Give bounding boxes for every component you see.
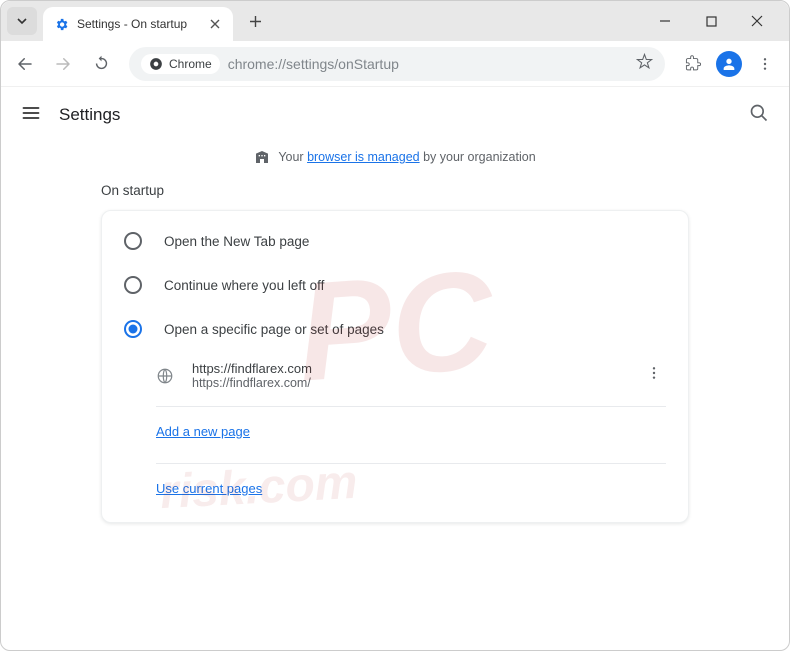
globe-icon [156, 367, 174, 385]
arrow-right-icon [54, 55, 72, 73]
window-controls [651, 7, 789, 35]
browser-window: Settings - On startup Chrome chrome://se… [0, 0, 790, 651]
managed-text: Your browser is managed by your organiza… [278, 150, 535, 164]
chip-label: Chrome [169, 57, 212, 71]
maximize-icon [706, 16, 717, 27]
minimize-icon [659, 15, 671, 27]
toolbar-right [677, 48, 781, 80]
reload-icon [93, 55, 110, 72]
managed-link[interactable]: browser is managed [307, 150, 420, 164]
browser-toolbar: Chrome chrome://settings/onStartup [1, 41, 789, 87]
radio-icon [124, 232, 142, 250]
tab-title: Settings - On startup [77, 17, 199, 31]
tab-search-button[interactable] [7, 7, 37, 35]
menu-button[interactable] [749, 48, 781, 80]
page-more-button[interactable] [642, 361, 666, 390]
page-info: https://findflarex.com https://findflare… [192, 361, 624, 390]
browser-tab[interactable]: Settings - On startup [43, 7, 233, 41]
site-chip[interactable]: Chrome [141, 54, 220, 74]
close-window-button[interactable] [743, 7, 771, 35]
new-tab-button[interactable] [241, 7, 269, 35]
settings-content: On startup Open the New Tab page Continu… [1, 171, 789, 523]
close-icon [210, 19, 220, 29]
star-icon [636, 53, 653, 70]
startup-option-specific[interactable]: Open a specific page or set of pages [102, 307, 688, 351]
avatar-icon [716, 51, 742, 77]
radio-label: Open a specific page or set of pages [164, 322, 384, 337]
forward-button[interactable] [47, 48, 79, 80]
chevron-down-icon [16, 15, 28, 27]
page-title: Settings [59, 105, 120, 125]
radio-icon [124, 320, 142, 338]
page-url: https://findflarex.com/ [192, 376, 624, 390]
reload-button[interactable] [85, 48, 117, 80]
startup-option-newtab[interactable]: Open the New Tab page [102, 219, 688, 263]
radio-icon [124, 276, 142, 294]
minimize-button[interactable] [651, 7, 679, 35]
section-title: On startup [101, 183, 689, 198]
dots-vertical-icon [646, 365, 662, 381]
maximize-button[interactable] [697, 7, 725, 35]
address-bar[interactable]: Chrome chrome://settings/onStartup [129, 47, 665, 81]
settings-header: Settings [1, 87, 789, 143]
settings-menu-button[interactable] [21, 103, 41, 128]
add-page-row: Add a new page [102, 407, 688, 457]
add-page-link[interactable]: Add a new page [156, 424, 250, 439]
bookmark-button[interactable] [636, 53, 653, 75]
profile-button[interactable] [713, 48, 745, 80]
tab-close-button[interactable] [207, 16, 223, 32]
startup-option-continue[interactable]: Continue where you left off [102, 263, 688, 307]
close-icon [751, 15, 763, 27]
gear-icon [53, 16, 69, 32]
dots-vertical-icon [757, 56, 773, 72]
chrome-icon [149, 57, 163, 71]
hamburger-icon [21, 103, 41, 123]
back-button[interactable] [9, 48, 41, 80]
watermark: risk.com [159, 455, 359, 520]
radio-label: Continue where you left off [164, 278, 324, 293]
search-icon [749, 103, 769, 123]
managed-notice: Your browser is managed by your organiza… [1, 143, 789, 171]
titlebar: Settings - On startup [1, 1, 789, 41]
radio-label: Open the New Tab page [164, 234, 309, 249]
puzzle-icon [685, 55, 702, 72]
startup-page-row: https://findflarex.com https://findflare… [102, 351, 688, 400]
building-icon [254, 149, 270, 165]
page-name: https://findflarex.com [192, 361, 624, 376]
arrow-left-icon [16, 55, 34, 73]
url-text: chrome://settings/onStartup [228, 56, 399, 72]
search-button[interactable] [749, 103, 769, 128]
extensions-button[interactable] [677, 48, 709, 80]
plus-icon [249, 15, 262, 28]
